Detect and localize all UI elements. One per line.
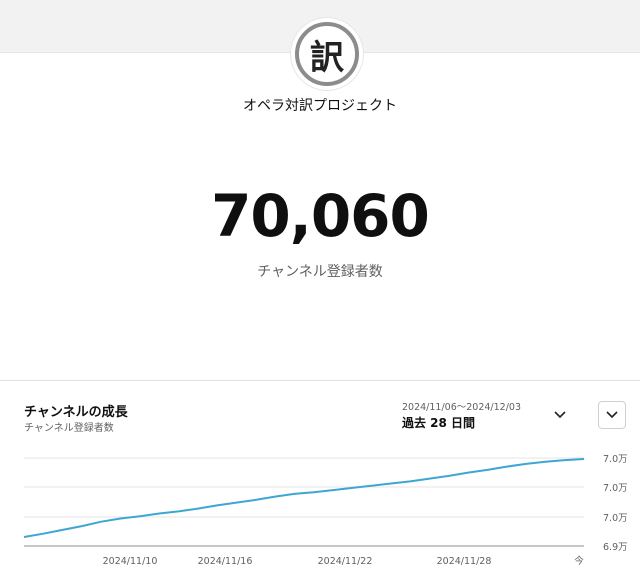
x-tick-label: 2024/11/22 (318, 556, 373, 567)
y-tick-label: 7.0万 (603, 483, 628, 494)
subscriber-series-line (23, 458, 585, 538)
y-tick-label: 7.0万 (603, 513, 628, 524)
channel-avatar[interactable]: 訳 (291, 18, 363, 90)
y-tick-label: 6.9万 (603, 542, 628, 553)
subscriber-count: 70,060 (211, 182, 430, 250)
x-tick-label: 2024/11/10 (103, 556, 158, 567)
x-tick-label: 2024/11/28 (437, 556, 492, 567)
avatar-glyph: 訳 (295, 22, 359, 86)
subscriber-count-label: チャンネル登録者数 (257, 264, 383, 280)
x-tick-label: 今 (574, 555, 584, 567)
y-tick-label: 7.0万 (603, 454, 628, 465)
channel-name: オペラ対訳プロジェクト (243, 98, 397, 114)
subscriber-growth-chart: 2024/11/10 2024/11/16 2024/11/22 2024/11/28… (23, 454, 628, 567)
x-tick-label: 2024/11/16 (198, 556, 253, 567)
